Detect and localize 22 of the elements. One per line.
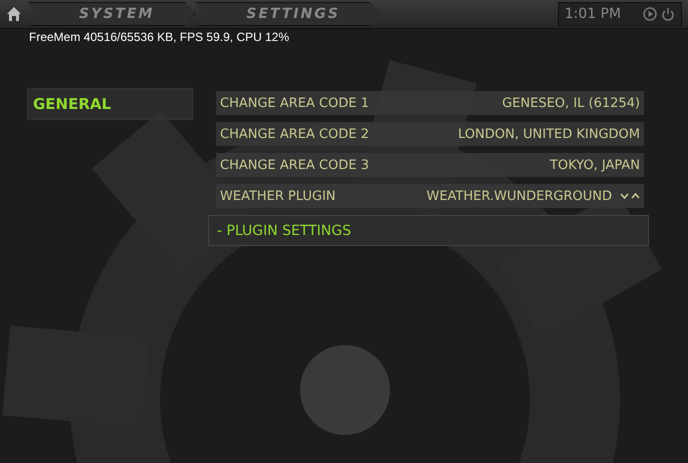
setting-value: TOKYO, JAPAN xyxy=(550,158,640,172)
settings-row[interactable]: WEATHER PLUGIN WEATHER.WUNDERGROUND xyxy=(216,184,644,208)
breadcrumb[interactable]: SETTINGS xyxy=(195,2,381,26)
play-icon[interactable] xyxy=(643,7,657,21)
setting-label: CHANGE AREA CODE 3 xyxy=(220,158,370,172)
breadcrumb[interactable]: SYSTEM xyxy=(28,2,196,26)
settings-row[interactable]: CHANGE AREA CODE 3 TOKYO, JAPAN xyxy=(216,153,644,177)
setting-label: CHANGE AREA CODE 1 xyxy=(220,96,370,110)
clock-text: 1:01 PM xyxy=(564,6,621,22)
home-icon xyxy=(6,6,22,22)
setting-value: WEATHER.WUNDERGROUND xyxy=(426,188,612,204)
settings-action[interactable]: - PLUGIN SETTINGS xyxy=(208,215,649,246)
settings-row[interactable]: CHANGE AREA CODE 2 LONDON, UNITED KINGDOM xyxy=(216,122,644,146)
setting-label: WEATHER PLUGIN xyxy=(220,188,337,204)
setting-value: LONDON, UNITED KINGDOM xyxy=(458,126,640,142)
power-icon[interactable] xyxy=(661,7,675,21)
settings-row[interactable]: CHANGE AREA CODE 1 GENESEO, IL (61254) xyxy=(216,91,644,115)
setting-value: GENESEO, IL (61254) xyxy=(502,96,640,110)
chevron-icon[interactable] xyxy=(620,191,640,201)
debug-info: FreeMem 40516/65536 KB, FPS 59.9, CPU 12% xyxy=(28,30,290,44)
category-item[interactable]: GENERAL xyxy=(27,88,193,120)
setting-label: CHANGE AREA CODE 2 xyxy=(220,126,370,142)
